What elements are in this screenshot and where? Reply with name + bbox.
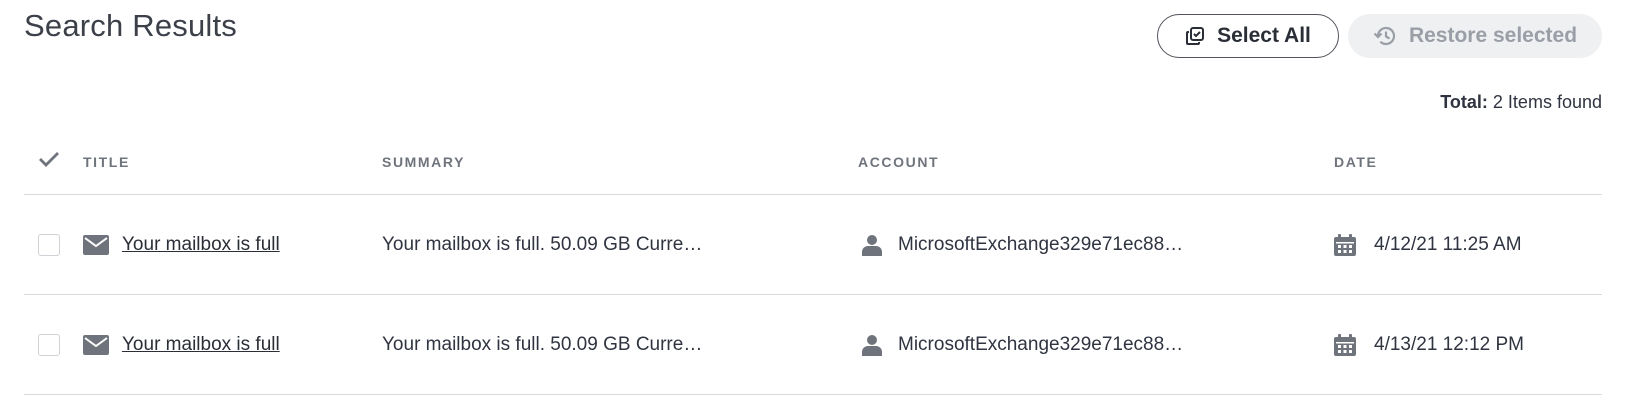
column-header-date[interactable]: DATE xyxy=(1334,154,1377,170)
row-account: MicrosoftExchange329e71ec88… xyxy=(898,333,1184,355)
row-account: MicrosoftExchange329e71ec88… xyxy=(898,233,1184,255)
select-all-button[interactable]: Select All xyxy=(1157,14,1339,58)
total-label: Total: xyxy=(1440,92,1488,112)
total-count: Total: 2 Items found xyxy=(1440,92,1602,113)
row-summary: Your mailbox is full. 50.09 GB Curre… xyxy=(382,233,703,255)
history-icon xyxy=(1373,25,1397,47)
row-date: 4/13/21 12:12 PM xyxy=(1374,333,1524,355)
row-checkbox[interactable] xyxy=(38,333,60,356)
total-value: 2 Items found xyxy=(1492,92,1602,112)
table-header: TITLE SUMMARY ACCOUNT DATE xyxy=(24,132,1602,195)
column-header-account[interactable]: ACCOUNT xyxy=(858,154,939,170)
page-title: Search Results xyxy=(24,8,238,43)
person-icon xyxy=(862,234,882,256)
row-date: 4/12/21 11:25 AM xyxy=(1374,233,1522,255)
row-title-link[interactable]: Your mailbox is full xyxy=(122,334,280,356)
select-column-checkmark-icon[interactable] xyxy=(38,150,60,171)
column-header-title[interactable]: TITLE xyxy=(83,154,130,170)
restore-selected-label: Restore selected xyxy=(1408,24,1578,47)
row-title-link[interactable]: Your mailbox is full xyxy=(122,234,280,256)
select-all-label: Select All xyxy=(1217,24,1311,47)
column-header-summary[interactable]: SUMMARY xyxy=(382,154,465,170)
table-row[interactable]: Your mailbox is full Your mailbox is ful… xyxy=(24,195,1602,295)
envelope-icon xyxy=(83,334,109,355)
restore-selected-button[interactable]: Restore selected xyxy=(1348,14,1602,58)
table-row[interactable]: Your mailbox is full Your mailbox is ful… xyxy=(24,295,1602,395)
person-icon xyxy=(862,334,882,356)
row-checkbox[interactable] xyxy=(38,233,60,256)
copy-check-icon xyxy=(1185,26,1205,46)
row-summary: Your mailbox is full. 50.09 GB Curre… xyxy=(382,333,703,355)
calendar-icon xyxy=(1334,233,1356,256)
results-table: TITLE SUMMARY ACCOUNT DATE Your mailbox … xyxy=(24,132,1602,395)
calendar-icon xyxy=(1334,333,1356,356)
search-results-page: Search Results Select All Restore select… xyxy=(0,0,1626,418)
envelope-icon xyxy=(83,234,109,255)
